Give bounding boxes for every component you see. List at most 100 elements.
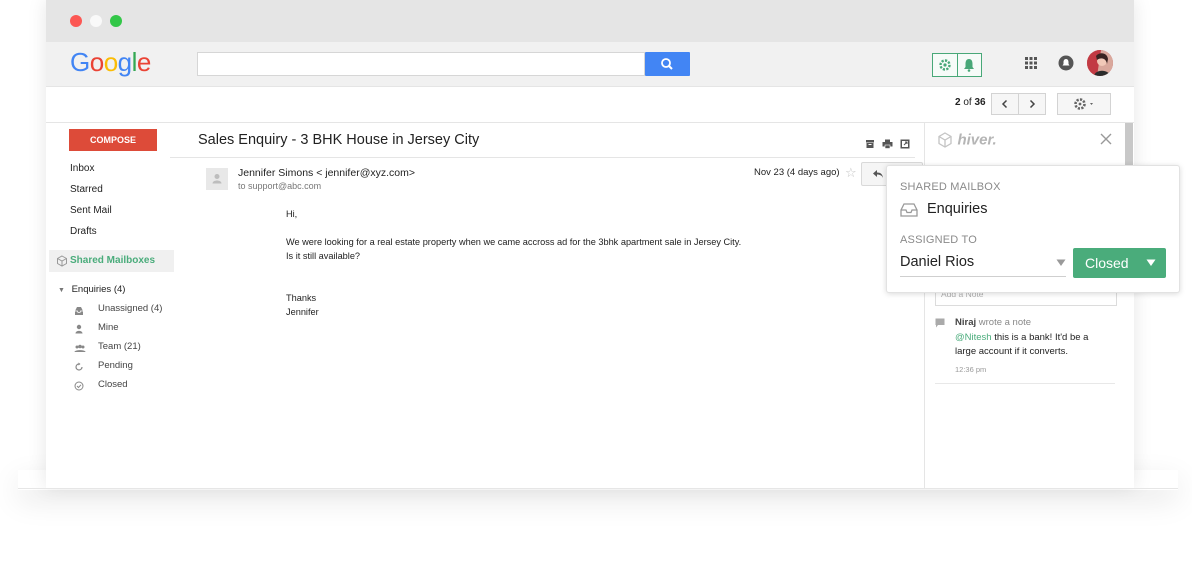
print-button[interactable]: [882, 136, 893, 154]
enquiries-group[interactable]: ▼ Enquiries (4): [58, 284, 125, 295]
sender-name[interactable]: Jennifer Simons < jennifer@xyz.com>: [238, 167, 415, 179]
chevron-right-icon: [1029, 99, 1036, 109]
close-window-button[interactable]: [70, 15, 82, 27]
note-author: Niraj: [955, 317, 977, 328]
person-icon: [212, 174, 222, 184]
message-toolbar: 2 of 36: [46, 87, 1134, 123]
star-icon: ☆: [845, 165, 857, 180]
subject-divider: [170, 157, 915, 158]
minimize-window-button[interactable]: [90, 15, 102, 27]
print-icon: [882, 139, 893, 149]
search-icon: [661, 58, 673, 70]
assigned-to-label: ASSIGNED TO: [900, 234, 977, 246]
title-bar: [46, 0, 1134, 42]
notifications-button[interactable]: [1058, 55, 1074, 71]
note-text-line-2: large account if it converts.: [955, 346, 1068, 357]
shared-mailbox-label: SHARED MAILBOX: [900, 181, 1001, 193]
gear-icon: [939, 59, 951, 71]
gmail-header: Google: [46, 42, 1134, 87]
bell-icon: [1058, 55, 1074, 71]
note-text: this is a bank! It'd be a: [994, 332, 1089, 343]
reply-icon: [873, 170, 883, 178]
archive-icon: [866, 140, 874, 148]
check-icon: [74, 381, 84, 391]
gear-icon: [1074, 98, 1093, 110]
note-mention[interactable]: @Nitesh: [955, 332, 992, 343]
pending-icon: [75, 362, 83, 371]
body-line-2: Is it still available?: [286, 251, 361, 261]
note-action: wrote a note: [978, 317, 1032, 328]
cube-icon: [57, 255, 67, 267]
nav-inbox[interactable]: Inbox: [70, 163, 94, 174]
note-divider: [935, 383, 1115, 384]
assignee-dropdown[interactable]: Daniel Rios: [900, 251, 1066, 277]
mail-body: Hi, We were looking for a real estate pr…: [286, 207, 741, 319]
close-icon: [1100, 133, 1112, 145]
status-label: Closed: [1085, 255, 1129, 271]
sub-unassigned-label: Unassigned (4): [98, 303, 163, 314]
newer-button[interactable]: [991, 93, 1019, 115]
pager-current: 2: [955, 97, 961, 108]
inbox-icon: [75, 307, 83, 315]
pager-of: of: [963, 97, 972, 108]
older-button[interactable]: [1018, 93, 1046, 115]
sub-pending-label: Pending: [98, 360, 133, 371]
body-line-1: We were looking for a real estate proper…: [286, 237, 742, 247]
body-signoff: Thanks: [286, 293, 317, 303]
assignee-name: Daniel Rios: [900, 254, 975, 270]
search-button[interactable]: [645, 52, 690, 76]
hiver-brand: hiver.: [937, 131, 997, 149]
body-signature: Jennifer: [286, 307, 319, 317]
compose-button[interactable]: COMPOSE: [69, 129, 157, 151]
sub-closed-label: Closed: [98, 379, 128, 390]
pager-total: 36: [974, 97, 986, 108]
shared-mailboxes-label: Shared Mailboxes: [70, 255, 156, 266]
avatar[interactable]: [1087, 50, 1113, 76]
apps-button[interactable]: [1024, 56, 1038, 70]
caret-down-icon: ▼: [58, 287, 65, 294]
hiver-brand-text: hiver.: [957, 131, 997, 149]
hiver-notifications-button[interactable]: [956, 54, 982, 76]
search-input[interactable]: [197, 52, 645, 76]
pager-text: 2 of 36: [955, 97, 986, 108]
caret-down-icon: [1146, 259, 1156, 266]
shared-mailboxes-item[interactable]: Shared Mailboxes: [49, 250, 174, 272]
comment-icon: [935, 318, 945, 328]
hiver-toolbar: [932, 53, 982, 77]
mail-date: Nov 23 (4 days ago): [754, 167, 840, 178]
note-time: 12:36 pm: [955, 365, 987, 374]
grid-icon: [1025, 57, 1037, 69]
new-window-button[interactable]: [900, 136, 910, 154]
body-greeting: Hi,: [286, 209, 298, 219]
inbox-icon: [900, 203, 918, 217]
assignment-popup: SHARED MAILBOX Enquiries ASSIGNED TO Dan…: [886, 165, 1180, 293]
mailbox-name: Enquiries: [927, 201, 988, 217]
archive-button[interactable]: [865, 136, 875, 154]
sender-avatar: [206, 168, 228, 190]
bottom-edge-line: [18, 488, 1178, 489]
enquiries-group-label: Enquiries (4): [71, 284, 126, 295]
new-window-icon: [900, 139, 910, 149]
caret-down-icon: [1056, 259, 1066, 266]
maximize-window-button[interactable]: [110, 15, 122, 27]
avatar-photo-icon: [1087, 50, 1113, 76]
mail-subject: Sales Enquiry - 3 BHK House in Jersey Ci…: [198, 132, 480, 148]
mail-view: Sales Enquiry - 3 BHK House in Jersey Ci…: [170, 123, 923, 488]
person-icon: [75, 324, 83, 334]
team-icon: [74, 344, 86, 352]
recipient-line[interactable]: to support@abc.com: [238, 181, 321, 191]
left-sidebar: COMPOSE Inbox Starred Sent Mail Drafts S…: [46, 123, 186, 488]
status-dropdown-button[interactable]: Closed: [1073, 248, 1166, 278]
google-logo[interactable]: Google: [70, 47, 151, 78]
close-panel-button[interactable]: [1100, 132, 1112, 150]
settings-button[interactable]: [1057, 93, 1111, 115]
chevron-left-icon: [1001, 99, 1008, 109]
sub-mine-label: Mine: [98, 322, 119, 333]
star-button[interactable]: ☆: [845, 165, 857, 181]
nav-starred[interactable]: Starred: [70, 184, 103, 195]
hiver-logo-icon: [938, 132, 952, 148]
nav-drafts[interactable]: Drafts: [70, 226, 97, 237]
nav-sent-mail[interactable]: Sent Mail: [70, 205, 112, 216]
hiver-settings-button[interactable]: [933, 54, 957, 76]
sub-team-label: Team (21): [98, 341, 141, 352]
